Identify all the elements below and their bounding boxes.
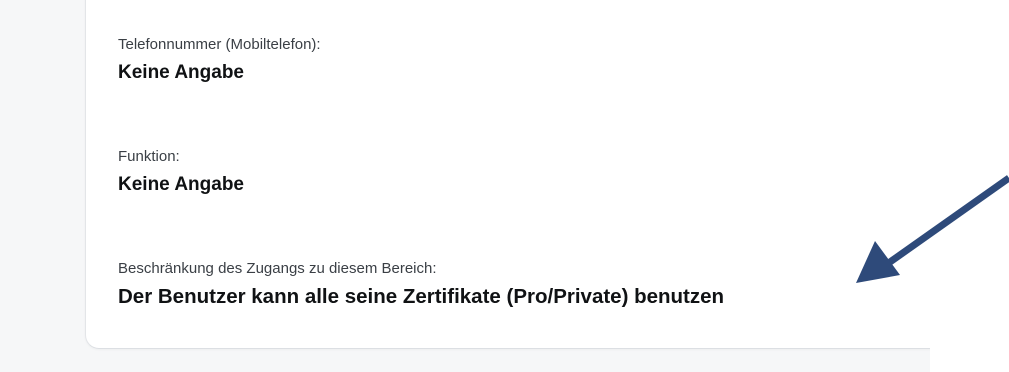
mobile-phone-value: Keine Angabe [118, 62, 244, 83]
mobile-phone-label: Telefonnummer (Mobiltelefon): [118, 36, 321, 53]
function-value: Keine Angabe [118, 174, 244, 195]
page-background-right [930, 0, 1009, 372]
access-restriction-label: Beschränkung des Zugangs zu diesem Berei… [118, 260, 437, 277]
field-function: Funktion: Keine Angabe [118, 148, 244, 197]
access-restriction-value: Der Benutzer kann alle seine Zertifikate… [118, 285, 725, 308]
function-label: Funktion: [118, 148, 180, 165]
field-access-restriction: Beschränkung des Zugangs zu diesem Berei… [118, 260, 724, 309]
field-mobile-phone: Telefonnummer (Mobiltelefon): Keine Anga… [118, 36, 321, 85]
